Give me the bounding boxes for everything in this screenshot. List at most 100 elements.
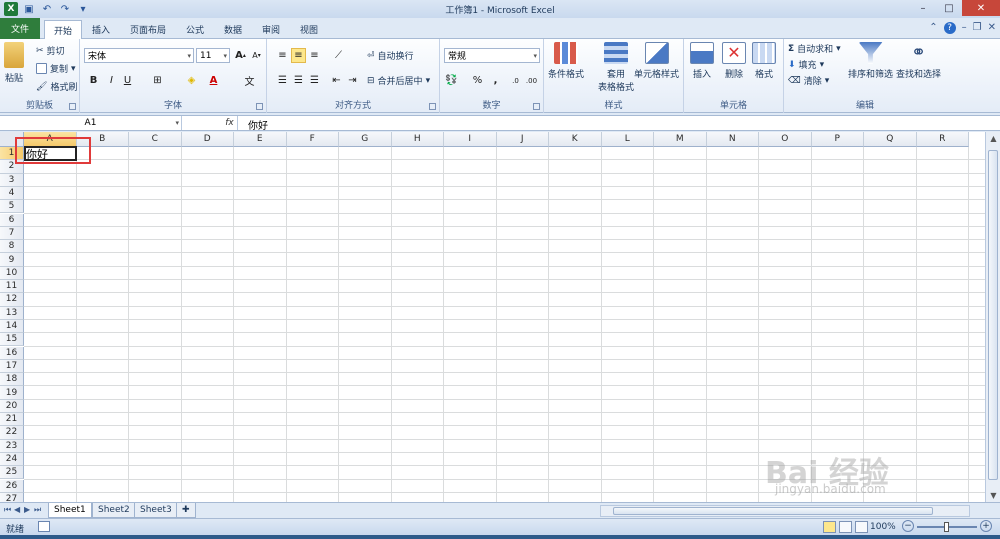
row-header-5[interactable]: 5	[0, 200, 24, 214]
macro-record-icon[interactable]	[38, 521, 50, 532]
zoom-in-icon[interactable]: +	[980, 520, 992, 532]
tab-data[interactable]: 数据	[216, 20, 250, 39]
row-header-21[interactable]: 21	[0, 413, 24, 427]
column-header-H[interactable]: H	[391, 132, 444, 147]
vertical-scroll-thumb[interactable]	[988, 150, 998, 480]
row-header-12[interactable]: 12	[0, 293, 24, 307]
row-header-24[interactable]: 24	[0, 452, 24, 467]
paste-button[interactable]: 粘贴	[4, 42, 24, 84]
column-header-C[interactable]: C	[129, 132, 182, 147]
format-painter-button[interactable]: 🖌 格式刷	[36, 80, 77, 94]
column-header-F[interactable]: F	[286, 132, 339, 147]
vertical-scrollbar[interactable]: ▲ ▼	[985, 132, 1000, 502]
underline-button[interactable]: U	[120, 73, 135, 88]
minimize-button[interactable]: –	[910, 0, 936, 16]
maximize-button[interactable]: □	[936, 0, 962, 16]
name-box[interactable]: A1 ▾	[0, 116, 182, 130]
row-header-14[interactable]: 14	[0, 319, 24, 334]
tab-view[interactable]: 视图	[292, 20, 326, 39]
tab-insert[interactable]: 插入	[84, 20, 118, 39]
phonetic-icon[interactable]: 文	[242, 73, 257, 88]
row-header-13[interactable]: 13	[0, 306, 24, 320]
italic-button[interactable]: I	[104, 73, 119, 88]
row-header-16[interactable]: 16	[0, 346, 24, 360]
row-header-6[interactable]: 6	[0, 213, 24, 227]
shrink-font-icon[interactable]: A ▾	[249, 48, 264, 63]
column-header-M[interactable]: M	[654, 132, 707, 147]
font-color-icon[interactable]: A	[206, 73, 221, 88]
column-header-D[interactable]: D	[181, 132, 234, 147]
tab-formulas[interactable]: 公式	[178, 20, 212, 39]
font-name-select[interactable]: 宋体	[84, 48, 194, 63]
align-center-icon[interactable]: ☰	[291, 73, 306, 88]
page-layout-view-icon[interactable]	[839, 521, 852, 533]
column-header-P[interactable]: P	[811, 132, 864, 147]
fill-color-icon[interactable]: ◈	[184, 73, 199, 88]
chevron-down-icon[interactable]: ▾	[175, 119, 179, 127]
wrap-text-button[interactable]: ⏎ 自动换行	[367, 49, 414, 63]
horizontal-scroll-thumb[interactable]	[613, 507, 933, 515]
tab-page-layout[interactable]: 页面布局	[122, 20, 174, 39]
row-header-10[interactable]: 10	[0, 266, 24, 280]
sort-filter-button[interactable]: 排序和筛选	[848, 42, 893, 80]
row-header-18[interactable]: 18	[0, 373, 24, 387]
column-header-Q[interactable]: Q	[864, 132, 917, 147]
next-sheet-icon[interactable]: ▶	[24, 505, 30, 514]
grow-font-icon[interactable]: A ▴	[233, 48, 248, 63]
fill-button[interactable]: ⬇ 填充 ▾	[788, 58, 824, 72]
workbook-close-icon[interactable]: ✕	[988, 22, 996, 34]
insert-cells-button[interactable]: 插入	[690, 42, 714, 80]
row-header-22[interactable]: 22	[0, 426, 24, 440]
zoom-out-icon[interactable]: −	[902, 520, 914, 532]
increase-decimal-icon[interactable]: .0	[508, 73, 523, 88]
tab-review[interactable]: 审阅	[254, 20, 288, 39]
sheet-tab-3[interactable]: Sheet3	[134, 503, 178, 518]
insert-sheet-icon[interactable]: ✚	[176, 503, 196, 518]
normal-view-icon[interactable]	[823, 521, 836, 533]
row-header-4[interactable]: 4	[0, 186, 24, 201]
align-right-icon[interactable]: ☰	[307, 73, 322, 88]
horizontal-scrollbar[interactable]	[600, 505, 970, 517]
row-header-27[interactable]: 27	[0, 492, 24, 502]
tab-home[interactable]: 开始	[44, 20, 82, 40]
increase-indent-icon[interactable]: ⇥	[345, 73, 360, 88]
row-header-25[interactable]: 25	[0, 466, 24, 480]
row-header-17[interactable]: 17	[0, 359, 24, 374]
font-size-select[interactable]: 11	[196, 48, 230, 63]
column-header-I[interactable]: I	[444, 132, 497, 147]
row-header-11[interactable]: 11	[0, 280, 24, 294]
row-header-19[interactable]: 19	[0, 386, 24, 400]
conditional-format-button[interactable]: 条件格式	[548, 42, 584, 80]
decrease-decimal-icon[interactable]: .00	[524, 73, 539, 88]
row-header-15[interactable]: 15	[0, 333, 24, 347]
workbook-minimize-icon[interactable]: –	[962, 22, 967, 34]
decrease-indent-icon[interactable]: ⇤	[329, 73, 344, 88]
page-break-view-icon[interactable]	[855, 521, 868, 533]
column-header-K[interactable]: K	[549, 132, 602, 147]
cut-button[interactable]: ✂ 剪切	[36, 44, 65, 58]
align-middle-icon[interactable]: ≡	[291, 48, 306, 63]
align-top-icon[interactable]: ≡	[275, 48, 290, 63]
clipboard-dialog-launcher[interactable]	[69, 103, 76, 110]
column-header-G[interactable]: G	[339, 132, 392, 147]
autosum-button[interactable]: Σ 自动求和 ▾	[788, 42, 841, 56]
format-cells-button[interactable]: 格式	[752, 42, 776, 80]
help-icon[interactable]: ?	[943, 22, 956, 34]
row-header-26[interactable]: 26	[0, 479, 24, 493]
row-header-23[interactable]: 23	[0, 439, 24, 453]
merge-center-button[interactable]: ⊟ 合并后居中 ▾	[367, 74, 430, 88]
find-select-button[interactable]: ⚭ 查找和选择	[896, 42, 941, 80]
borders-icon[interactable]: ⊞	[150, 73, 165, 88]
scroll-down-icon[interactable]: ▼	[986, 491, 1000, 500]
row-header-8[interactable]: 8	[0, 240, 24, 254]
copy-button[interactable]: 复制 ▾	[36, 62, 76, 75]
orientation-icon[interactable]: ⟋	[331, 48, 346, 63]
column-header-E[interactable]: E	[234, 132, 287, 147]
scroll-up-icon[interactable]: ▲	[986, 134, 1000, 143]
zoom-slider-knob[interactable]	[944, 522, 949, 532]
sheet-tab-1[interactable]: Sheet1	[48, 503, 92, 518]
delete-cells-button[interactable]: ✕ 删除	[722, 42, 746, 80]
column-header-N[interactable]: N	[706, 132, 759, 147]
workbook-restore-icon[interactable]: ❐	[973, 22, 982, 34]
cell-styles-button[interactable]: 单元格样式	[634, 42, 679, 80]
